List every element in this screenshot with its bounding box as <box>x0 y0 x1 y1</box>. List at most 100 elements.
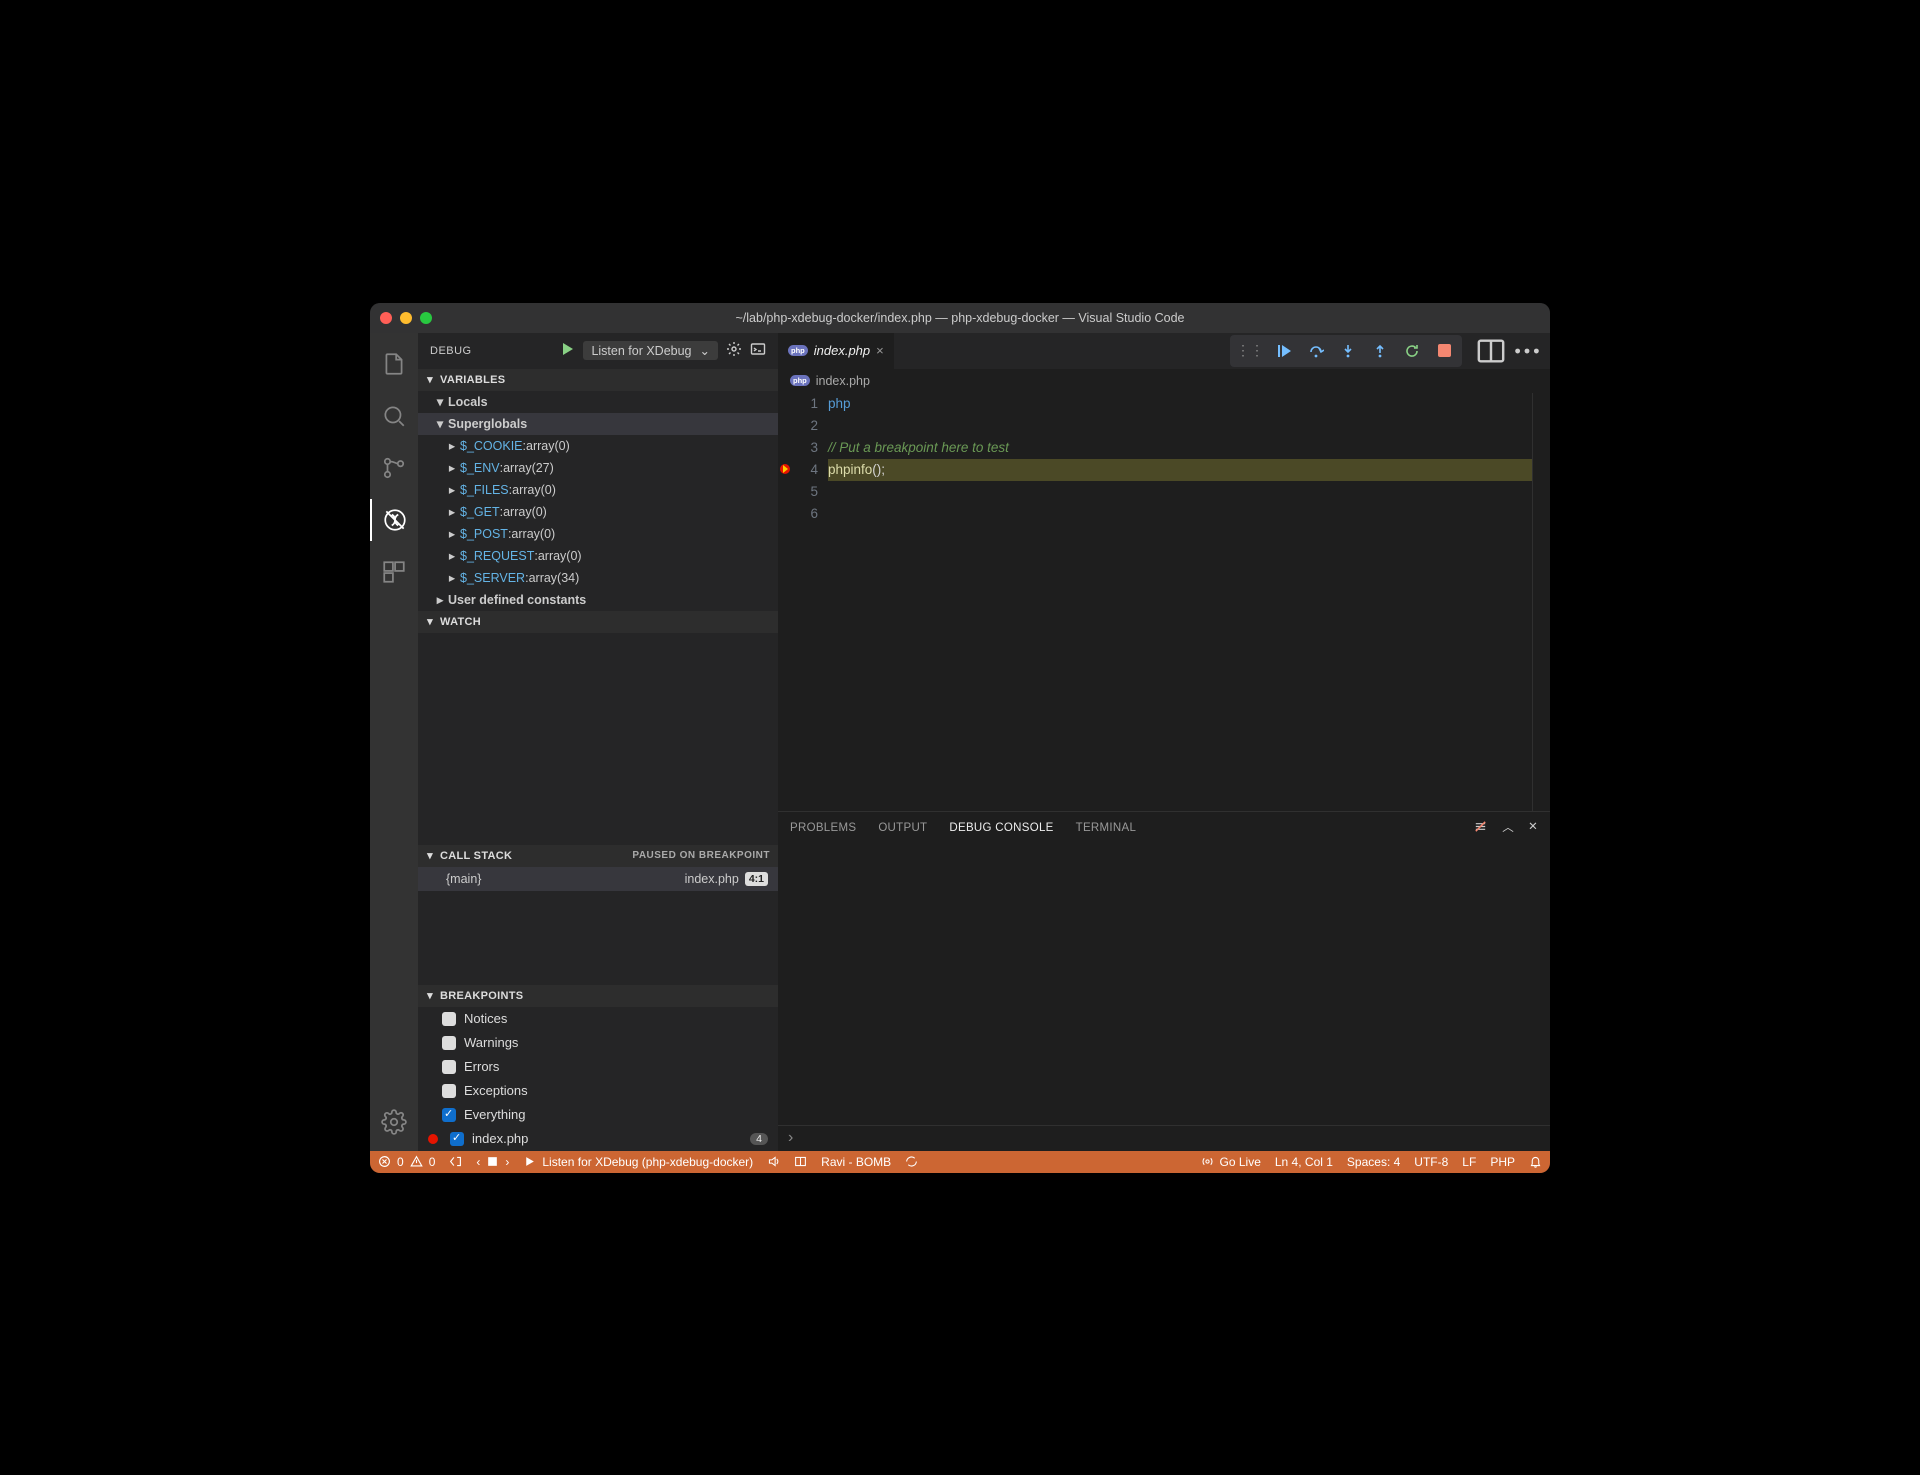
breakpoint-category[interactable]: Everything <box>418 1103 778 1127</box>
breakpoint-category[interactable]: Errors <box>418 1055 778 1079</box>
watch-header[interactable]: ▾WATCH <box>418 611 778 633</box>
window-minimize-button[interactable] <box>400 312 412 324</box>
variable-row[interactable]: ▸$_SERVER: array(34) <box>418 567 778 589</box>
status-encoding[interactable]: UTF-8 <box>1414 1155 1448 1169</box>
stack-frame-pos: 4:1 <box>745 872 768 886</box>
window-title: ~/lab/php-xdebug-docker/index.php — php-… <box>370 311 1550 325</box>
variables-userconst[interactable]: ▸User defined constants <box>418 589 778 611</box>
callstack-header[interactable]: ▾CALL STACKPAUSED ON BREAKPOINT <box>418 845 778 867</box>
tab-terminal[interactable]: TERMINAL <box>1076 822 1137 834</box>
status-problems[interactable]: 0 0 <box>378 1155 435 1169</box>
variable-row[interactable]: ▸$_POST: array(0) <box>418 523 778 545</box>
tab-debug-console[interactable]: DEBUG CONSOLE <box>949 822 1053 834</box>
step-over-button[interactable] <box>1302 338 1330 364</box>
more-actions-icon[interactable] <box>1512 337 1542 365</box>
step-into-button[interactable] <box>1334 338 1362 364</box>
settings-gear-icon[interactable] <box>370 1101 418 1143</box>
watch-section: ▾WATCH <box>418 611 778 845</box>
vscode-window: ~/lab/php-xdebug-docker/index.php — php-… <box>370 303 1550 1173</box>
variable-row[interactable]: ▸$_COOKIE: array(0) <box>418 435 778 457</box>
variable-row[interactable]: ▸$_FILES: array(0) <box>418 479 778 501</box>
editor-tab[interactable]: php index.php × <box>778 333 894 369</box>
debug-config-name: Listen for XDebug <box>591 344 691 358</box>
breakpoints-section: ▾BREAKPOINTS NoticesWarningsErrorsExcept… <box>418 985 778 1151</box>
breakpoint-checkbox[interactable] <box>442 1060 456 1074</box>
debug-label: DEBUG <box>430 345 472 357</box>
debug-settings-icon[interactable] <box>726 341 742 360</box>
breakpoint-line-badge: 4 <box>750 1133 768 1145</box>
debug-sidebar: DEBUG Listen for XDebug ⌄ ▾VARIABLES ▾Lo… <box>418 333 778 1151</box>
breakpoints-header[interactable]: ▾BREAKPOINTS <box>418 985 778 1007</box>
breakpoint-checkbox[interactable] <box>442 1108 456 1122</box>
status-audio-icon[interactable] <box>767 1155 780 1168</box>
debug-console-toggle-icon[interactable] <box>750 341 766 360</box>
variable-row[interactable]: ▸$_REQUEST: array(0) <box>418 545 778 567</box>
breakpoint-glyph-icon[interactable] <box>780 464 790 474</box>
status-bar: 0 0 ‹ › Listen for XDebug (php-xdebug-do… <box>370 1151 1550 1173</box>
breakpoint-dot-icon <box>428 1134 438 1144</box>
callstack-section: ▾CALL STACKPAUSED ON BREAKPOINT {main} i… <box>418 845 778 985</box>
status-remote-icon[interactable] <box>449 1155 462 1168</box>
variables-header[interactable]: ▾VARIABLES <box>418 369 778 391</box>
step-out-button[interactable] <box>1366 338 1394 364</box>
tab-output[interactable]: OUTPUT <box>878 822 927 834</box>
status-notifications-icon[interactable] <box>1529 1155 1542 1168</box>
status-debug-nav[interactable]: ‹ › <box>476 1155 509 1169</box>
breakpoint-file-row[interactable]: index.php 4 <box>418 1127 778 1151</box>
breakpoint-category[interactable]: Exceptions <box>418 1079 778 1103</box>
stack-frame-name: {main} <box>446 872 481 886</box>
variable-row[interactable]: ▸$_ENV: array(27) <box>418 457 778 479</box>
debug-icon[interactable] <box>370 499 418 541</box>
status-preview-icon[interactable] <box>794 1155 807 1168</box>
status-indent[interactable]: Spaces: 4 <box>1347 1155 1400 1169</box>
stack-frame-file: index.php <box>685 872 739 886</box>
clear-console-icon[interactable] <box>1473 819 1488 837</box>
collapse-panel-icon[interactable]: ︿ <box>1502 819 1514 837</box>
callstack-status: PAUSED ON BREAKPOINT <box>632 850 770 861</box>
stack-frame[interactable]: {main} index.php 4:1 <box>418 867 778 891</box>
minimap[interactable] <box>1532 393 1550 811</box>
continue-button[interactable] <box>1270 338 1298 364</box>
status-debug-target[interactable]: Listen for XDebug (php-xdebug-docker) <box>523 1155 753 1169</box>
window-close-button[interactable] <box>380 312 392 324</box>
status-cursor[interactable]: Ln 4, Col 1 <box>1275 1155 1333 1169</box>
stop-button[interactable] <box>1430 338 1458 364</box>
window-maximize-button[interactable] <box>420 312 432 324</box>
source-control-icon[interactable] <box>370 447 418 489</box>
breakpoint-category[interactable]: Notices <box>418 1007 778 1031</box>
debug-console-body[interactable] <box>778 844 1550 1125</box>
search-icon[interactable] <box>370 395 418 437</box>
explorer-icon[interactable] <box>370 343 418 385</box>
breakpoint-checkbox[interactable] <box>442 1084 456 1098</box>
split-editor-icon[interactable] <box>1476 337 1506 365</box>
extensions-icon[interactable] <box>370 551 418 593</box>
debug-header: DEBUG Listen for XDebug ⌄ <box>418 333 778 369</box>
breakpoint-category[interactable]: Warnings <box>418 1031 778 1055</box>
debug-toolbar: ⋮⋮ <box>1230 335 1462 367</box>
variables-locals[interactable]: ▾Locals <box>418 391 778 413</box>
variables-superglobals[interactable]: ▾Superglobals <box>418 413 778 435</box>
close-panel-icon[interactable]: ✕ <box>1528 819 1538 837</box>
close-tab-icon[interactable]: × <box>876 343 884 358</box>
editor-group: php index.php × ⋮⋮ <box>778 333 1550 1151</box>
code-editor[interactable]: 123456 php// Put a breakpoint here to te… <box>778 393 1550 811</box>
tab-problems[interactable]: PROBLEMS <box>790 822 856 834</box>
bottom-panel: PROBLEMS OUTPUT DEBUG CONSOLE TERMINAL ︿… <box>778 811 1550 1151</box>
drag-handle-icon[interactable]: ⋮⋮ <box>1234 342 1266 359</box>
breakpoint-checkbox[interactable] <box>442 1012 456 1026</box>
breadcrumb[interactable]: php index.php <box>778 369 1550 393</box>
breakpoint-checkbox[interactable] <box>450 1132 464 1146</box>
restart-button[interactable] <box>1398 338 1426 364</box>
debug-config-select[interactable]: Listen for XDebug ⌄ <box>583 341 718 360</box>
status-sync-icon[interactable] <box>905 1155 918 1168</box>
variable-row[interactable]: ▸$_GET: array(0) <box>418 501 778 523</box>
start-debug-button[interactable] <box>559 341 575 360</box>
status-language[interactable]: PHP <box>1490 1155 1515 1169</box>
php-file-icon: php <box>790 375 810 386</box>
panel-tabs: PROBLEMS OUTPUT DEBUG CONSOLE TERMINAL ︿… <box>778 812 1550 844</box>
status-golive[interactable]: Go Live <box>1201 1155 1261 1169</box>
status-eol[interactable]: LF <box>1462 1155 1476 1169</box>
breakpoint-checkbox[interactable] <box>442 1036 456 1050</box>
status-user[interactable]: Ravi - BOMB <box>821 1155 891 1169</box>
debug-console-input[interactable]: › <box>778 1125 1550 1151</box>
